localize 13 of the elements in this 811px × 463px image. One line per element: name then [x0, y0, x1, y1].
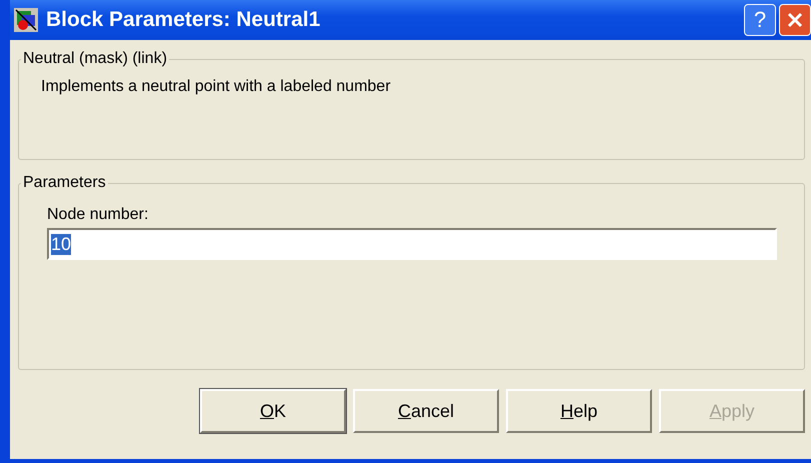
dialog-button[interactable]: OK [200, 389, 346, 433]
field-label: Node number: [47, 206, 150, 224]
group-title: Neutral (mask) (link) [22, 50, 168, 68]
group-title: Parameters [22, 174, 107, 192]
close-button[interactable] [779, 4, 811, 36]
help-button[interactable]: ? [744, 4, 776, 36]
dialog-button[interactable]: Cancel [353, 389, 499, 433]
node-number-field[interactable]: 10 [47, 228, 777, 260]
block-diagram-icon [14, 8, 38, 32]
description-text: Implements a neutral point with a labeled number [41, 78, 392, 96]
window-title: Block Parameters: Neutral1 [46, 8, 322, 32]
close-icon [785, 10, 805, 30]
dialog-button[interactable]: Help [506, 389, 652, 433]
